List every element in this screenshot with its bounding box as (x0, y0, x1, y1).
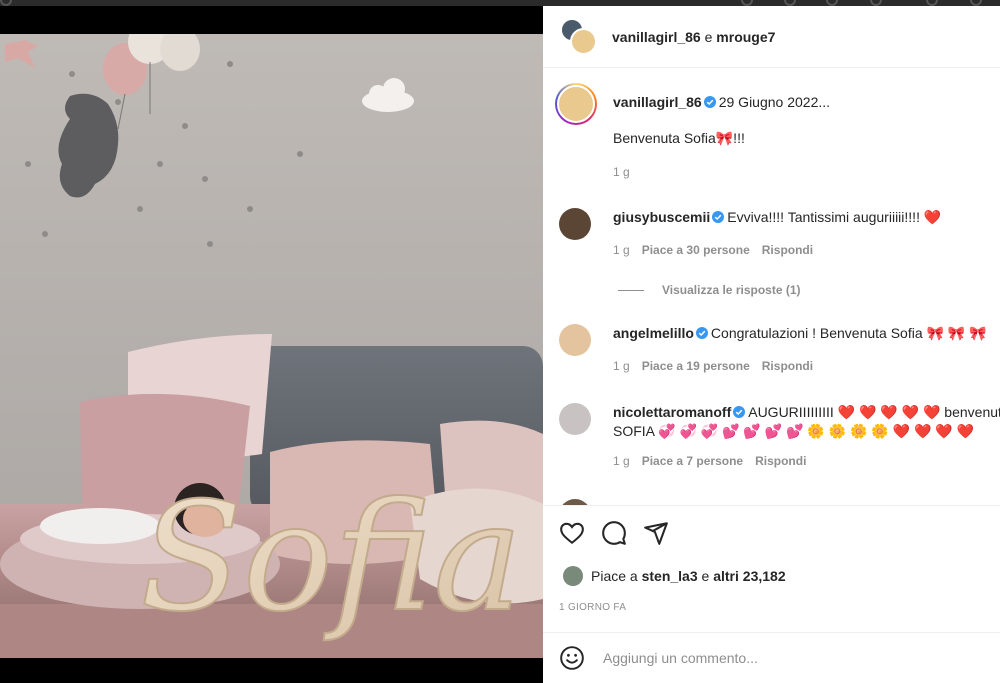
comment-body: angelmelillo Congratulazioni ! Benvenuta … (613, 324, 1000, 373)
caption-age[interactable]: 1 g (613, 165, 630, 179)
comment-body: nicolettaromanoff AUGURIIIIIIIII ❤️ ❤️ ❤️… (613, 403, 1000, 468)
verified-badge-icon (703, 96, 716, 108)
avatar[interactable] (559, 324, 591, 356)
comment-text-continued: SOFIA 💞 💞 💞 💕 💕 💕 💕 🌼 🌼 🌼 🌼 ❤️ ❤️ ❤️ ❤️ (613, 423, 975, 439)
comment-age[interactable]: 1 g (613, 454, 630, 468)
avatar (563, 566, 583, 586)
comment-icon[interactable] (601, 520, 627, 546)
post-time-ago[interactable]: 1 GIORNO FA (559, 602, 626, 613)
username-link[interactable]: vanillagirl_86 (612, 29, 701, 45)
comment-age[interactable]: 1 g (613, 359, 630, 373)
verified-badge-icon (712, 211, 725, 223)
reply-button[interactable]: Rispondi (762, 243, 813, 257)
view-replies-label: Visualizza le risposte (1) (662, 283, 801, 297)
username-link[interactable]: vanillagirl_86 (613, 94, 702, 110)
emoji-icon[interactable] (559, 645, 585, 671)
comment-likes-link[interactable]: Piace a 19 persone (642, 359, 750, 373)
divider-line (618, 289, 644, 291)
comment-body: giusybuscemii Evviva!!!! Tantissimi augur… (613, 208, 1000, 257)
caption-date: 29 Giugno 2022... (718, 94, 831, 110)
post-side-panel: vanillagirl_86 e mrouge7 vanillagirl_86 2… (543, 6, 1000, 683)
post-photo[interactable]: Sofia (0, 34, 543, 658)
comment-likes-link[interactable]: Piace a 7 persone (642, 454, 743, 468)
username-link[interactable]: giusybuscemii (613, 209, 710, 225)
reply-button[interactable]: Rispondi (755, 454, 806, 468)
comments-list[interactable]: vanillagirl_86 29 Giugno 2022... Benvenut… (543, 69, 1000, 505)
comment-age[interactable]: 1 g (613, 243, 630, 257)
avatar[interactable] (559, 403, 591, 435)
action-bar (543, 506, 1000, 560)
likes-others-link[interactable]: altri 23,182 (713, 568, 785, 584)
likes-prefix: Piace a (591, 568, 638, 584)
view-replies-button[interactable]: Visualizza le risposte (1) (618, 283, 801, 297)
comment-text: Congratulazioni ! Benvenuta Sofia 🎀 🎀 🎀 (710, 325, 987, 341)
post-photo-panel[interactable]: Sofia (0, 6, 543, 683)
caption-meta: 1 g (613, 165, 830, 179)
comment-likes-link[interactable]: Piace a 30 persone (642, 243, 750, 257)
comment-text: Evviva!!!! Tantissimi auguriiiii!!!! ❤️ (727, 209, 942, 225)
share-icon[interactable] (643, 520, 669, 546)
collab-avatars[interactable] (560, 17, 598, 56)
avatar[interactable] (570, 27, 597, 55)
conjunction-text: e (704, 28, 713, 45)
verified-badge-icon (733, 406, 746, 418)
likes-summary[interactable]: Piace a sten_la3 e altri 23,182 (563, 566, 786, 586)
comment-text: AUGURIIIIIIIII ❤️ ❤️ ❤️ ❤️ ❤️ benvenuta (748, 404, 1000, 420)
heart-icon[interactable] (559, 520, 585, 546)
photo-illustration: Sofia (0, 34, 543, 658)
reply-button[interactable]: Rispondi (762, 359, 813, 373)
story-ring-avatar[interactable] (555, 83, 597, 125)
add-comment-bar (543, 632, 1000, 683)
post-actions: Piace a sten_la3 e altri 23,182 1 GIORNO… (543, 505, 1000, 613)
avatar[interactable] (559, 208, 591, 240)
username-link[interactable]: nicolettaromanoff (613, 404, 731, 420)
comment-input[interactable] (603, 650, 963, 666)
caption-text: Benvenuta Sofia🎀!!! (613, 130, 745, 146)
collab-usernames: vanillagirl_86 e mrouge7 (612, 29, 775, 45)
caption-body: vanillagirl_86 29 Giugno 2022... Benvenut… (613, 94, 830, 179)
verified-badge-icon (695, 327, 708, 339)
likes-conjunction: e (701, 568, 710, 584)
username-link[interactable]: mrouge7 (716, 29, 775, 45)
post-header: vanillagirl_86 e mrouge7 (543, 6, 1000, 68)
username-link[interactable]: angelmelillo (613, 325, 694, 341)
svg-text:Sofia: Sofia (140, 471, 523, 645)
username-link[interactable]: sten_la3 (642, 568, 698, 584)
